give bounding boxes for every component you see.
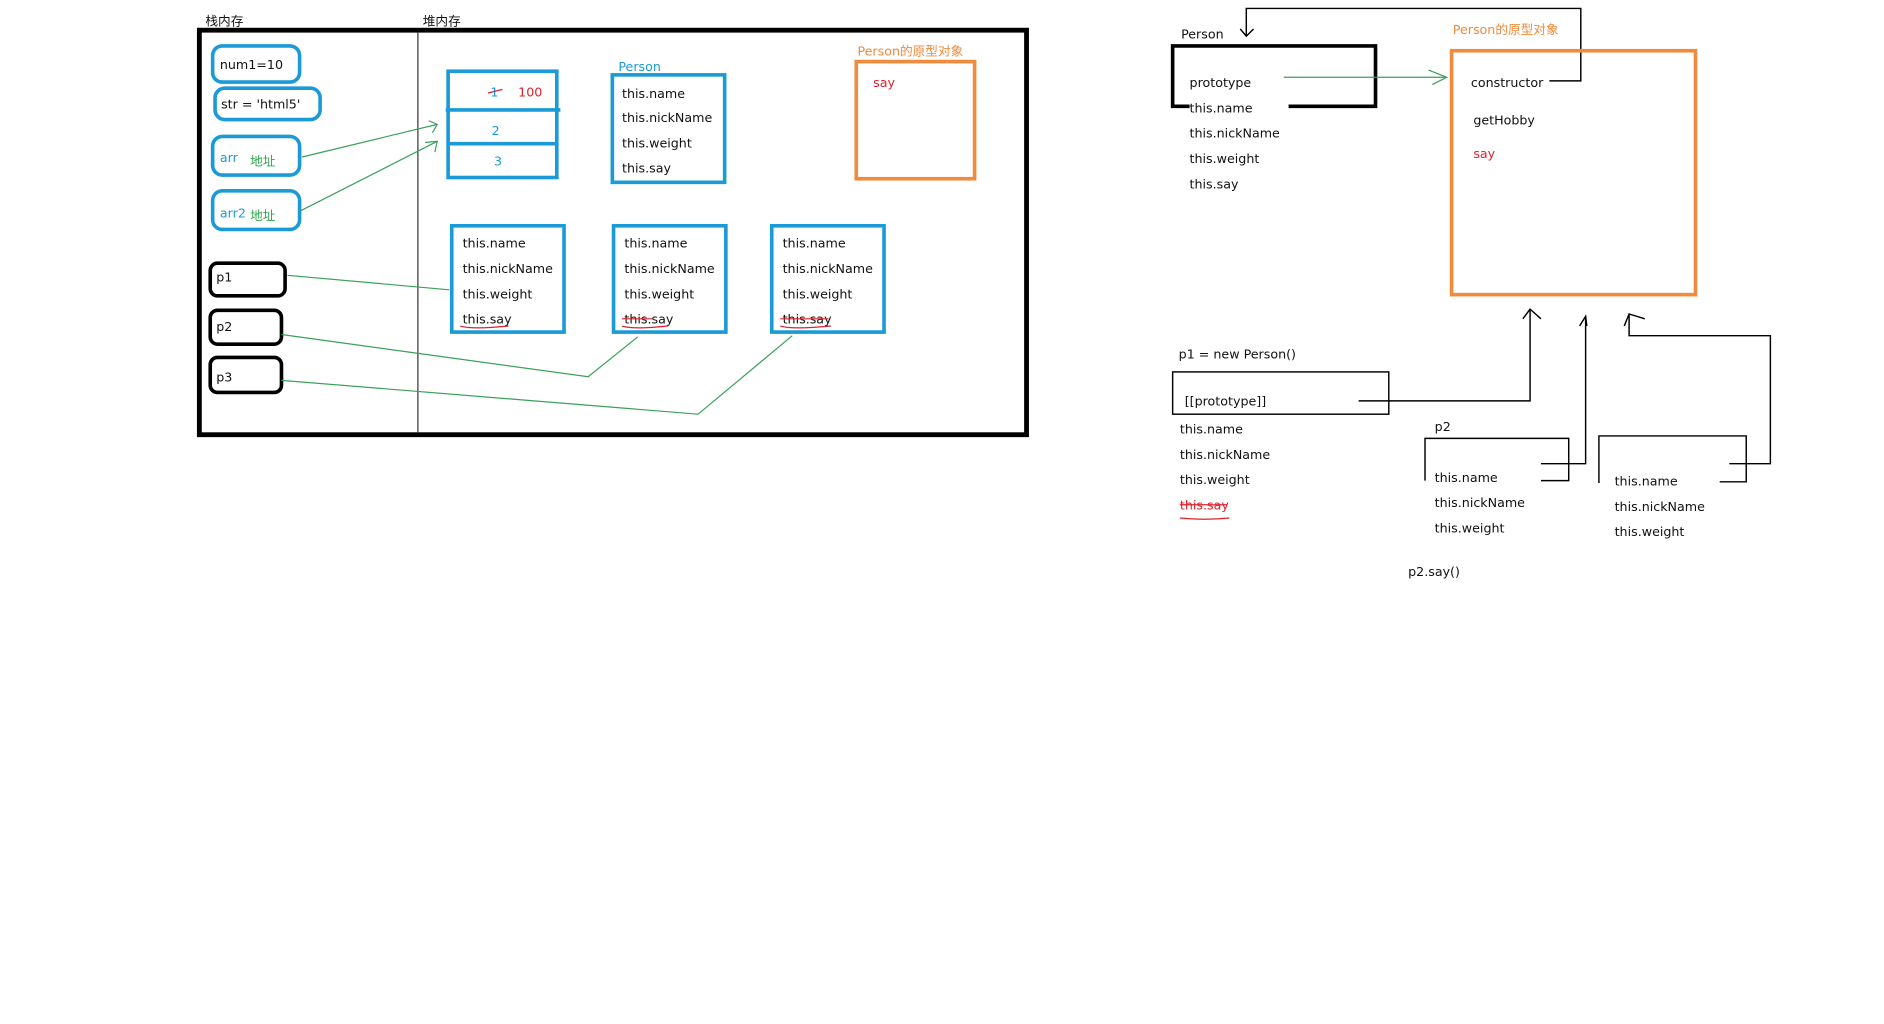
- heap-label: 堆内存: [423, 13, 461, 28]
- stack-p2-text: p2: [216, 319, 232, 334]
- prototype-say: say: [873, 75, 895, 90]
- heap-array: 1 100 2 3: [445, 69, 561, 180]
- instance-field: this.nickName: [463, 261, 553, 276]
- instance-field: this.weight: [463, 286, 533, 301]
- p2-field: this.name: [1435, 470, 1498, 485]
- stack-num1-text: num1=10: [220, 57, 283, 72]
- instance-p1: this.name this.nickName this.weight this…: [449, 224, 566, 334]
- instance-field: this.weight: [783, 286, 853, 301]
- left-panel: 栈内存 堆内存 num1=10 str = 'html5' arr 地址 arr…: [196, 13, 1029, 438]
- p1-field: this.nickName: [1180, 447, 1270, 462]
- person-field: this.weight: [1190, 151, 1260, 166]
- stack-arr2-addr: 地址: [250, 208, 276, 223]
- p1-proto-arrow: [1358, 309, 1531, 402]
- p1-field: this.weight: [1180, 472, 1250, 487]
- person-field: prototype: [1190, 75, 1252, 90]
- instance-field: this.weight: [624, 286, 694, 301]
- array-value-3: 3: [494, 153, 502, 168]
- person-field: this.say: [622, 161, 671, 176]
- instance-p2: this.name this.nickName this.weight this…: [611, 224, 728, 334]
- p1-proto: [[prototype]]: [1185, 394, 1266, 409]
- p2-label: p2: [1435, 419, 1451, 434]
- p1-field: this.name: [1180, 422, 1243, 437]
- person-field: this.name: [1190, 100, 1253, 115]
- prototype-field: constructor: [1471, 75, 1544, 90]
- instance-field: this.name: [624, 236, 687, 251]
- prototype-field: say: [1473, 146, 1495, 161]
- person-label: Person: [1181, 27, 1224, 42]
- right-panel: Person prototype this.name this.nickName…: [1170, 7, 1772, 579]
- stack-label: 栈内存: [205, 13, 243, 28]
- instance-field: this.name: [463, 236, 526, 251]
- person-label: Person: [618, 59, 661, 74]
- stack-arr-text: arr: [220, 150, 239, 165]
- p2-field: this.nickName: [1435, 495, 1525, 510]
- person-field: this.name: [622, 86, 685, 101]
- stack-p3-text: p3: [216, 370, 232, 385]
- p3-field: this.nickName: [1615, 499, 1705, 514]
- p2-proto-arrow: [1540, 316, 1587, 465]
- array-new-value: 100: [518, 85, 542, 100]
- prototype-label: Person的原型对象: [1453, 22, 1559, 37]
- p3-field: this.weight: [1615, 524, 1685, 539]
- array-value-2: 2: [492, 123, 500, 138]
- person-field: this.weight: [622, 135, 692, 150]
- prototype-field: getHobby: [1473, 112, 1535, 127]
- instance-p3: this.name this.nickName this.weight this…: [769, 224, 886, 334]
- person-field: this.nickName: [1190, 126, 1280, 141]
- stack-str-text: str = 'html5': [221, 97, 300, 112]
- instance-field: this.name: [783, 236, 846, 251]
- p1-label: p1 = new Person(): [1179, 347, 1296, 362]
- memory-diagram: 栈内存 堆内存 num1=10 str = 'html5' arr 地址 arr…: [196, 7, 1772, 579]
- instance-field: this.say: [463, 312, 512, 327]
- p2-field: this.weight: [1435, 521, 1505, 536]
- stack-p1-text: p1: [216, 269, 232, 284]
- p3-field: this.name: [1615, 473, 1678, 488]
- instance-field: this.nickName: [783, 261, 873, 276]
- person-field: this.say: [1190, 176, 1239, 191]
- p2-say-call: p2.say(): [1408, 564, 1460, 579]
- stack-arr2-text: arr2: [220, 205, 246, 220]
- person-field: this.nickName: [622, 110, 712, 125]
- prototype-label: Person的原型对象: [857, 44, 963, 59]
- stack-arr-addr: 地址: [250, 153, 276, 168]
- instance-field: this.nickName: [624, 261, 714, 276]
- p3-proto-arrow: [1628, 313, 1772, 465]
